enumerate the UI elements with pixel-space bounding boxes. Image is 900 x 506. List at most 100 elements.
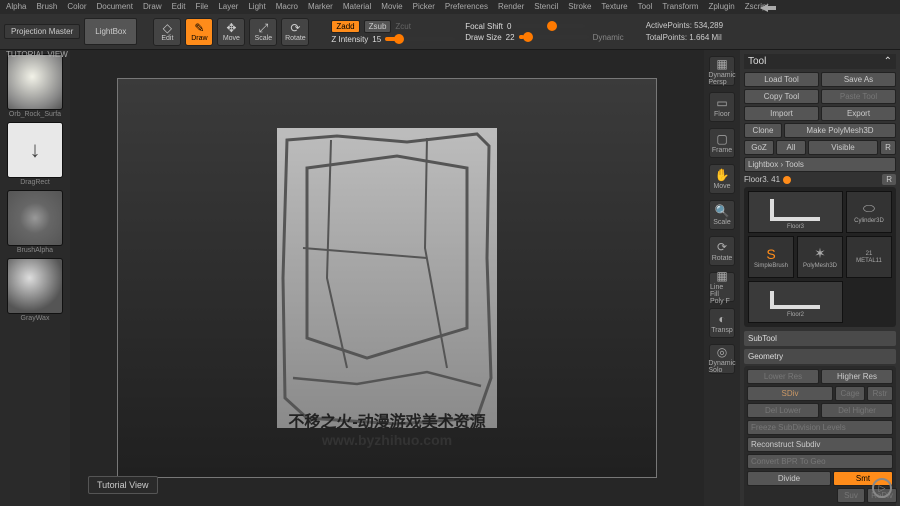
suv-button[interactable]: Suv	[837, 488, 865, 503]
material-preview[interactable]	[7, 258, 63, 314]
menu-material[interactable]: Material	[343, 2, 371, 12]
tool-thumb-simplebrush[interactable]: SSimpleBrush	[748, 236, 794, 278]
menu-layer[interactable]: Layer	[218, 2, 238, 12]
menu-light[interactable]: Light	[248, 2, 265, 12]
menu-marker[interactable]: Marker	[308, 2, 333, 12]
active-points: ActivePoints: 534,289	[646, 20, 723, 32]
load-tool-button[interactable]: Load Tool	[744, 72, 819, 87]
tool-thumb-floor2[interactable]: Floor2	[748, 281, 843, 323]
menu-zplugin[interactable]: Zplugin	[708, 2, 734, 12]
floor-icon: ▭	[716, 96, 727, 110]
menu-picker[interactable]: Picker	[413, 2, 435, 12]
draw-size-value: 22	[506, 33, 515, 42]
del-lower-button[interactable]: Del Lower	[747, 403, 819, 418]
tool-thumb-21[interactable]: 21METAL11	[846, 236, 892, 278]
menu-color[interactable]: Color	[67, 2, 86, 12]
menu-transform[interactable]: Transform	[662, 2, 698, 12]
rotate-mode-button[interactable]: ⟳Rotate	[281, 18, 309, 46]
import-button[interactable]: Import	[744, 106, 819, 121]
brush-preview[interactable]	[7, 54, 63, 110]
polyframe-button[interactable]: ▦Line Fill Poly F	[709, 272, 735, 302]
focal-shift-label: Focal Shift	[465, 22, 503, 31]
menu-preferences[interactable]: Preferences	[445, 2, 488, 12]
copy-tool-button[interactable]: Copy Tool	[744, 89, 819, 104]
all-button[interactable]: All	[776, 140, 806, 155]
persp-button[interactable]: ▦Dynamic Persp	[709, 56, 735, 86]
pencil-icon: ✎	[194, 22, 204, 34]
floor-button[interactable]: ▭Floor	[709, 92, 735, 122]
zadd-button[interactable]: Zadd	[331, 20, 359, 33]
solo-icon: ◎	[717, 345, 727, 359]
convert-bpr-button[interactable]: Convert BPR To Geo	[747, 454, 893, 469]
zcut-button[interactable]: Zcut	[395, 22, 411, 31]
rstr-button[interactable]: Rstr	[867, 386, 893, 401]
menu-stroke[interactable]: Stroke	[568, 2, 591, 12]
r-button-2[interactable]: R	[882, 174, 896, 185]
brush-label: Orb_Rock_Surfa	[9, 111, 61, 118]
menu-edit[interactable]: Edit	[172, 2, 186, 12]
reconstruct-subdiv-button[interactable]: Reconstruct Subdiv	[747, 437, 893, 452]
move-icon: ✥	[226, 22, 236, 34]
freeze-subdiv-button[interactable]: Freeze SubDivision Levels	[747, 420, 893, 435]
focal-shift-slider[interactable]	[515, 24, 585, 28]
dynamic-toggle[interactable]: Dynamic	[593, 33, 624, 42]
lower-res-button[interactable]: Lower Res	[747, 369, 819, 384]
geometry-header[interactable]: Geometry	[744, 349, 896, 364]
make-polymesh-button[interactable]: Make PolyMesh3D	[784, 123, 896, 138]
menu-tool[interactable]: Tool	[638, 2, 653, 12]
zsub-button[interactable]: Zsub	[364, 20, 392, 33]
grid-icon: ▦	[716, 57, 727, 71]
tool-thumb-cylinder[interactable]: ⬭Cylinder3D	[846, 191, 892, 233]
focal-shift-value: 0	[507, 22, 511, 31]
menu-movie[interactable]: Movie	[381, 2, 402, 12]
goz-button[interactable]: GoZ	[744, 140, 774, 155]
cage-button[interactable]: Cage	[835, 386, 865, 401]
higher-res-button[interactable]: Higher Res	[821, 369, 893, 384]
solo-button[interactable]: ◎Dynamic Solo	[709, 344, 735, 374]
menu-alpha[interactable]: Alpha	[6, 2, 26, 12]
move-view-button[interactable]: ✋Move	[709, 164, 735, 194]
projection-master-button[interactable]: Projection Master	[4, 24, 80, 39]
del-higher-button[interactable]: Del Higher	[821, 403, 893, 418]
rotate-view-button[interactable]: ⟳Rotate	[709, 236, 735, 266]
alpha-preview[interactable]	[7, 190, 63, 246]
frame-button[interactable]: ▢Frame	[709, 128, 735, 158]
tool-thumb-current[interactable]: Floor3	[748, 191, 843, 233]
menu-file[interactable]: File	[195, 2, 208, 12]
draw-mode-button[interactable]: ✎Draw	[185, 18, 213, 46]
sdiv-slider[interactable]: SDiv	[747, 386, 833, 401]
menu-render[interactable]: Render	[498, 2, 524, 12]
tool-slider-dot[interactable]	[783, 176, 791, 184]
visible-button[interactable]: Visible	[808, 140, 878, 155]
scale-view-button[interactable]: 🔍Scale	[709, 200, 735, 230]
r-button[interactable]: R	[880, 140, 896, 155]
canvas-viewport[interactable]	[117, 78, 657, 478]
lightbox-button[interactable]: LightBox	[84, 18, 137, 45]
z-intensity-slider[interactable]	[385, 37, 455, 41]
menu-macro[interactable]: Macro	[276, 2, 298, 12]
total-points: TotalPoints: 1.664 Mil	[646, 32, 723, 44]
wire-icon: ▦	[716, 269, 727, 283]
menu-texture[interactable]: Texture	[601, 2, 627, 12]
move-mode-button[interactable]: ✥Move	[217, 18, 245, 46]
stroke-preview[interactable]: ↓	[7, 122, 63, 178]
transp-button[interactable]: ◐Transp	[709, 308, 735, 338]
edit-mode-button[interactable]: ◇Edit	[153, 18, 181, 46]
export-button[interactable]: Export	[821, 106, 896, 121]
alpha-label: BrushAlpha	[17, 247, 53, 254]
menu-stencil[interactable]: Stencil	[534, 2, 558, 12]
lightbox-tools-button[interactable]: Lightbox › Tools	[744, 157, 896, 172]
menu-document[interactable]: Document	[97, 2, 133, 12]
scale-mode-button[interactable]: ⤢Scale	[249, 18, 277, 46]
draw-size-slider[interactable]	[519, 35, 589, 39]
paste-tool-button[interactable]: Paste Tool	[821, 89, 896, 104]
menu-draw[interactable]: Draw	[143, 2, 162, 12]
tool-thumb-polymesh[interactable]: ✶PolyMesh3D	[797, 236, 843, 278]
menu-brush[interactable]: Brush	[36, 2, 57, 12]
clone-button[interactable]: Clone	[744, 123, 782, 138]
subtool-header[interactable]: SubTool	[744, 331, 896, 346]
panel-collapse-icon[interactable]: ⌃	[884, 56, 892, 67]
divide-button[interactable]: Divide	[747, 471, 831, 486]
play-button[interactable]: ▷	[872, 478, 892, 498]
save-as-button[interactable]: Save As	[821, 72, 896, 87]
